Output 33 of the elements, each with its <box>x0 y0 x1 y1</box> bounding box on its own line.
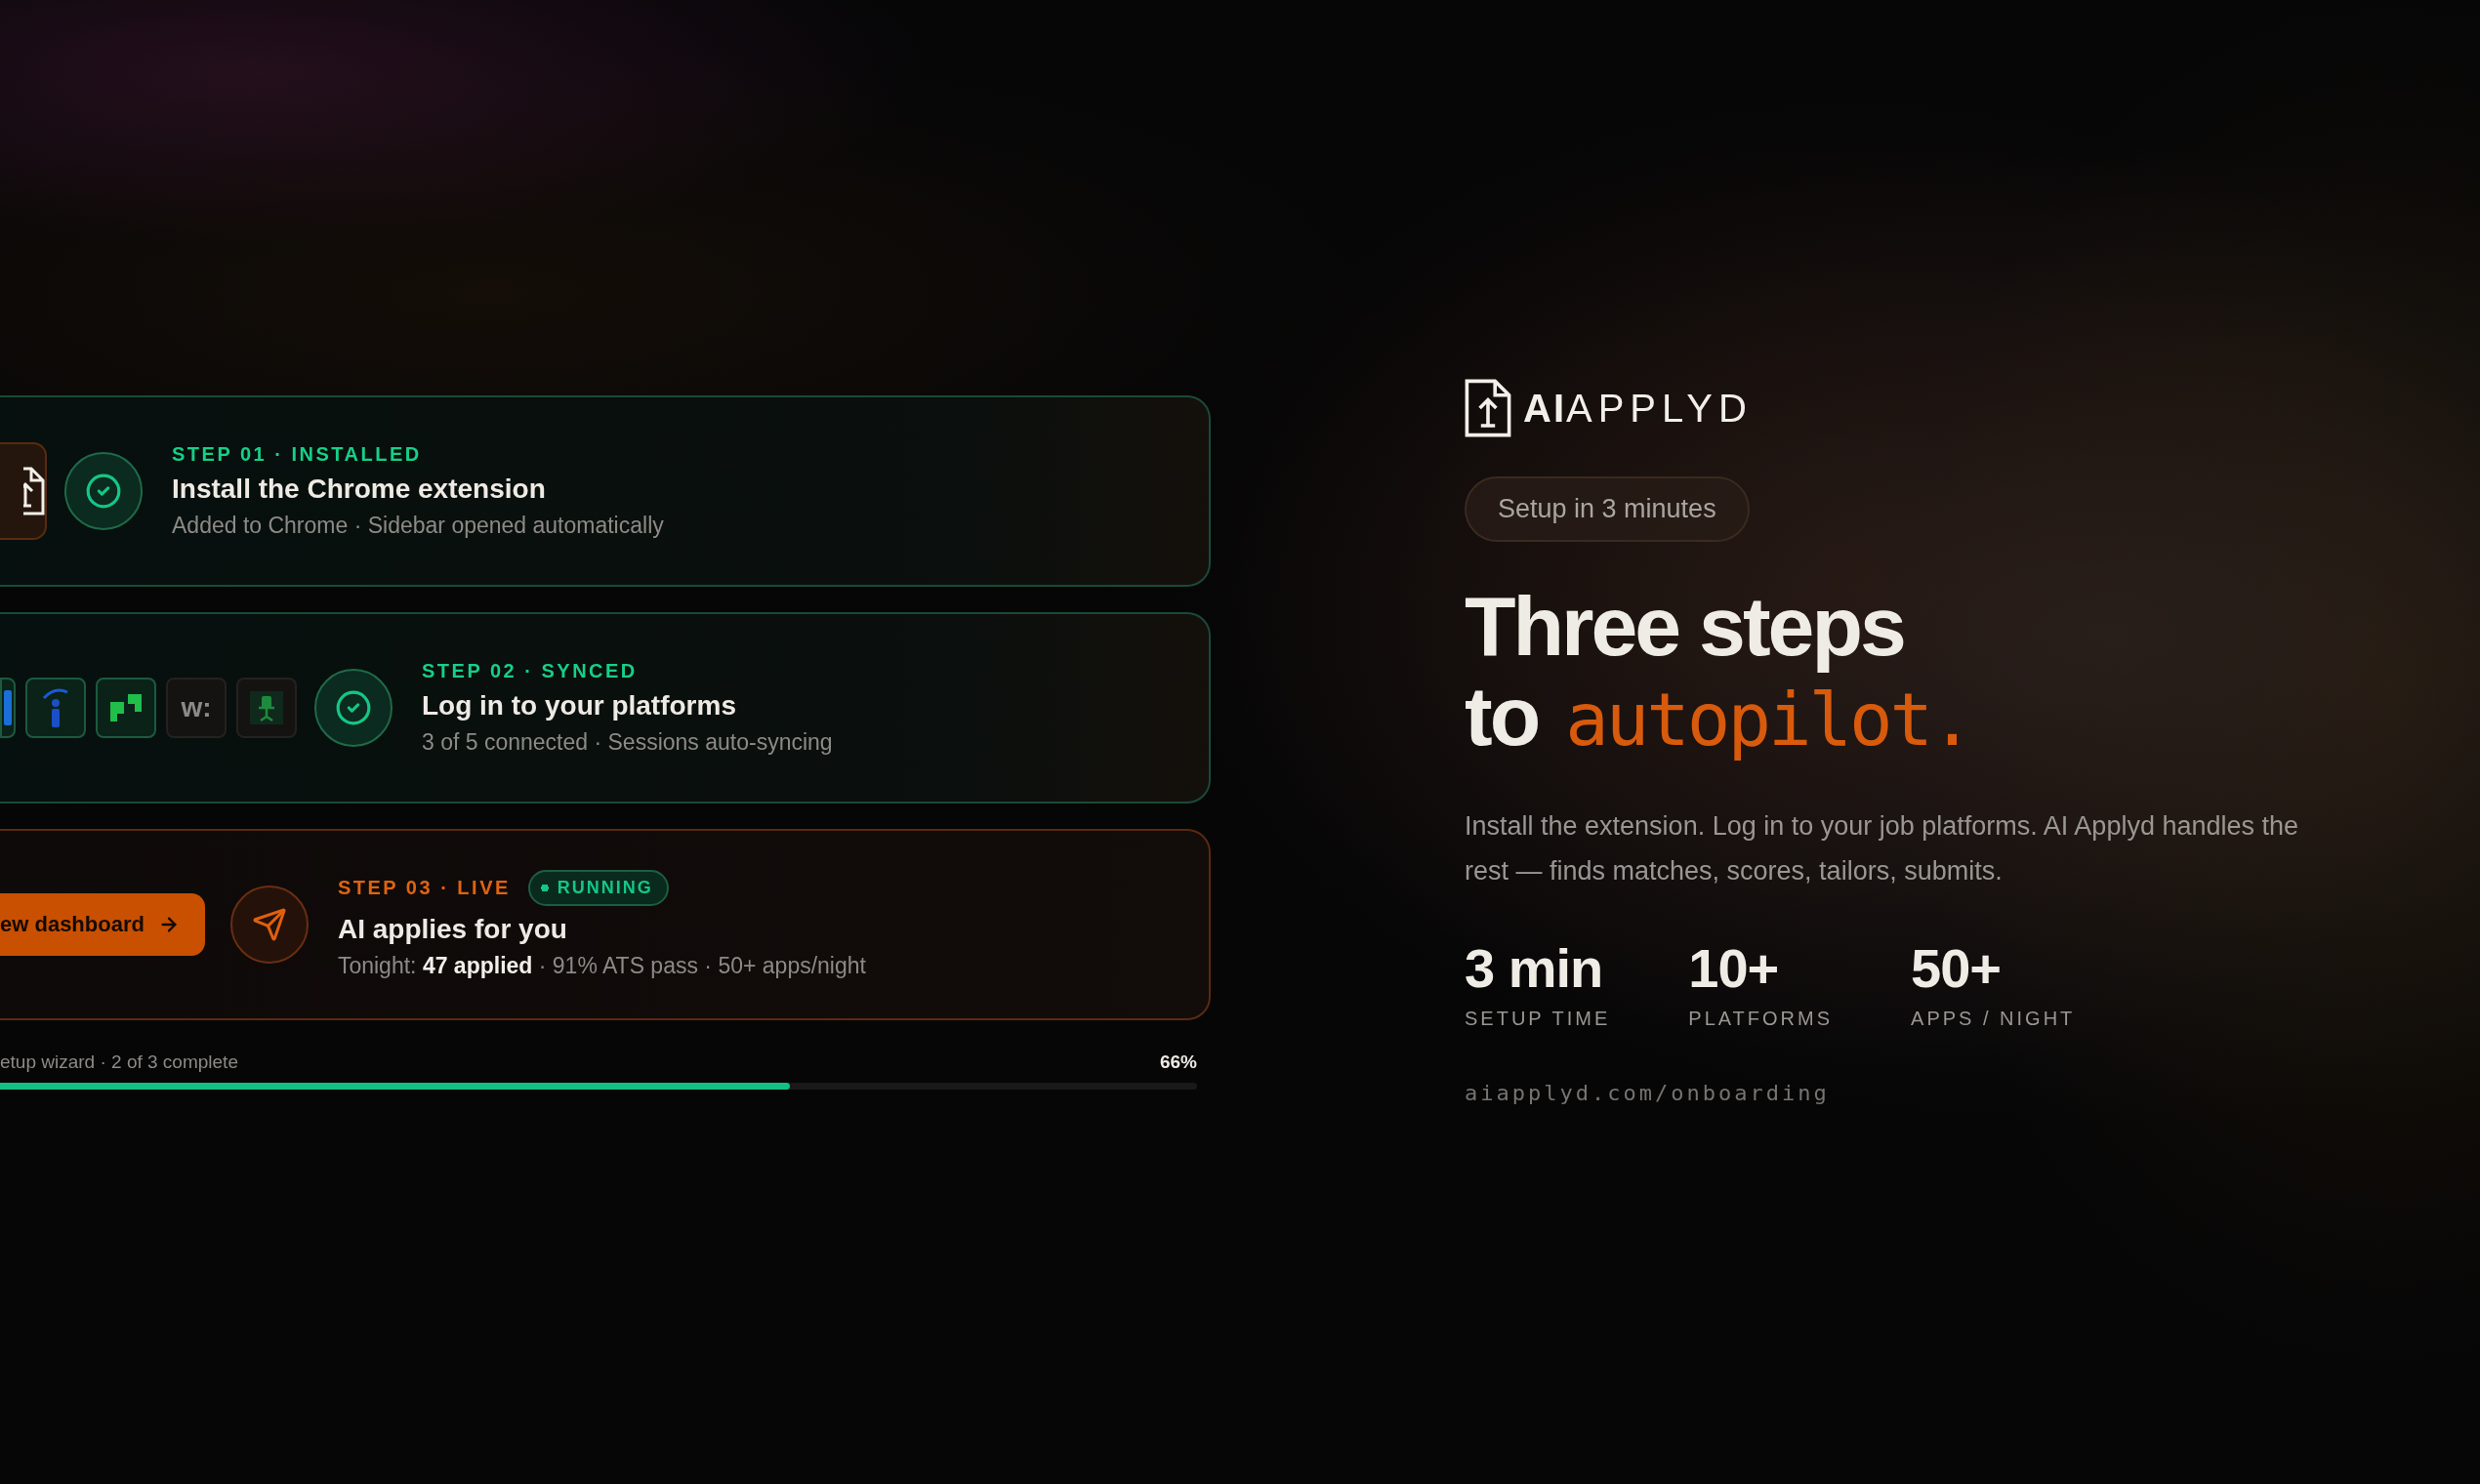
logo-bar-icon <box>4 689 12 725</box>
brand-name: APPLYD <box>1566 386 1753 431</box>
page-url: aiapplyd.com/onboarding <box>1465 1081 1830 1105</box>
headline-accent: autopilot. <box>1565 677 1971 763</box>
step-label: STEP 03 · LIVE <box>337 876 511 899</box>
document-upload-logo-icon <box>1465 379 1511 437</box>
step-title: Install the Chrome extension <box>172 473 547 505</box>
stat-label: APPS / NIGHT <box>1911 1008 2076 1030</box>
stat-label: PLATFORMS <box>1688 1008 1834 1030</box>
setup-badge: Setup in 3 minutes <box>1465 476 1750 542</box>
stat-value: 50+ <box>1911 936 2003 1000</box>
step-label: STEP 02 · SYNCED <box>422 659 638 682</box>
step-label: STEP 01 · INSTALLED <box>172 442 422 466</box>
description: Install the extension. Log in to your job platforms. AI Applyd handles the rest — finds matches, scores, tailors, submits. <box>1465 810 2300 887</box>
stat-label: SETUP TIME <box>1465 1008 1611 1030</box>
stat-value: 3 min <box>1465 936 1604 1000</box>
headline: Three steps <box>1465 581 1905 671</box>
headline: to <box>1465 671 1539 761</box>
chair-icon <box>250 690 283 724</box>
step-detail: 3 of 5 connected · Sessions auto-syncing <box>422 728 833 756</box>
step-title: AI applies for you <box>337 913 568 945</box>
brand-name: AI <box>1523 386 1566 431</box>
progress-label: etup wizard · 2 of 3 complete <box>0 1051 238 1073</box>
letter-i-logo-icon <box>41 685 70 729</box>
status-badge: RUNNING <box>527 869 669 906</box>
step-title: Log in to your platforms <box>422 689 737 721</box>
step-detail: Added to Chrome · Sidebar opened automatically <box>172 512 664 539</box>
dashboard-button[interactable]: ew dashboard <box>0 892 205 956</box>
step-detail: Tonight: 47 applied · 91% ATS pass · 50+ apps/night <box>337 952 866 979</box>
stat-value: 10+ <box>1688 936 1780 1000</box>
progress-percent: 66% <box>1159 1051 1197 1073</box>
platform-logo-tile: w: <box>166 677 227 738</box>
document-icon <box>23 466 45 515</box>
